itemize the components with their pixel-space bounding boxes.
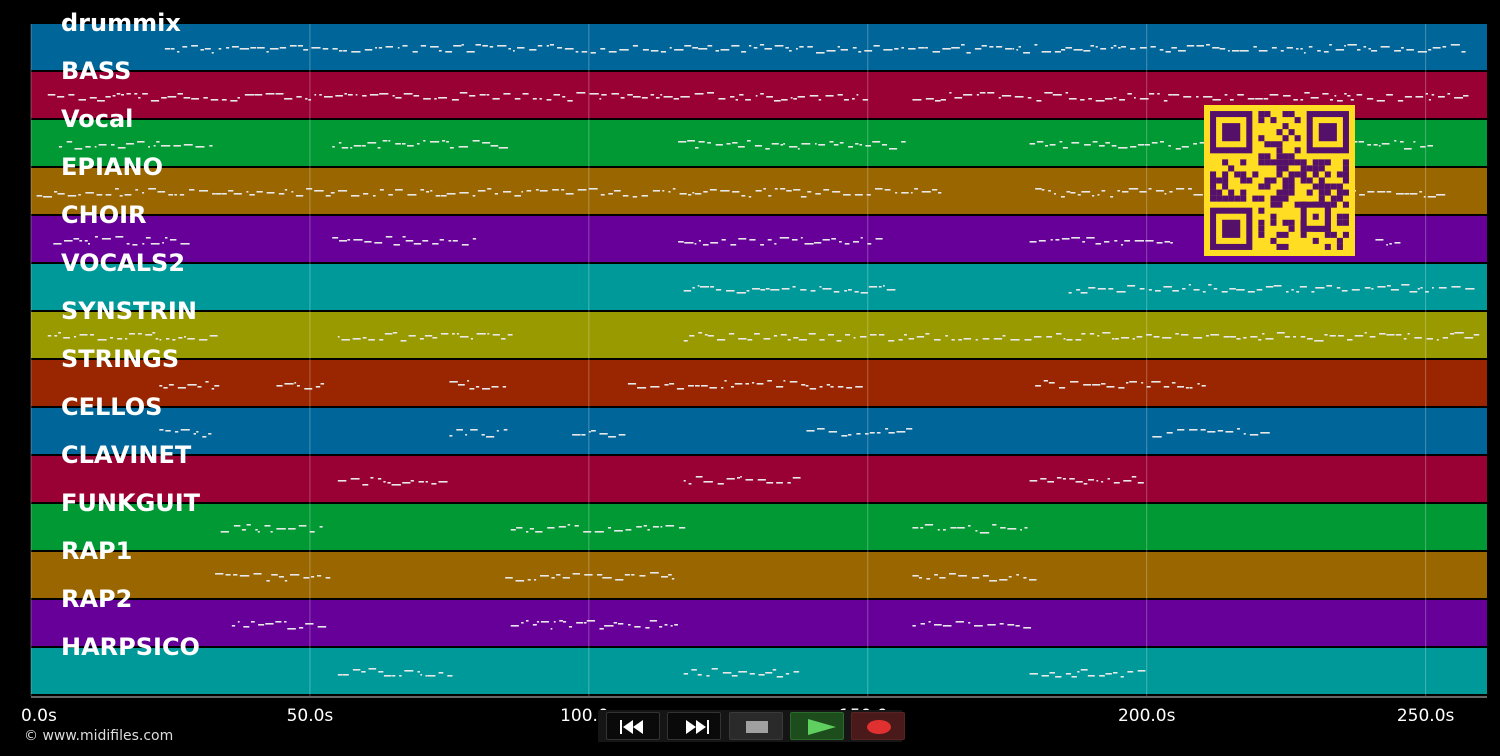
play-icon	[808, 719, 836, 735]
record-icon	[867, 720, 891, 734]
qr-code	[1204, 105, 1355, 256]
track-band	[31, 648, 1487, 694]
stop-button[interactable]	[729, 712, 783, 740]
track-label: Vocal	[61, 105, 134, 133]
track-band	[31, 600, 1487, 646]
track-label: VOCALS2	[61, 249, 186, 277]
fast-forward-icon	[686, 720, 709, 734]
track-label: CELLOS	[61, 393, 163, 421]
track-band	[31, 408, 1487, 454]
track-band	[31, 504, 1487, 550]
fast-forward-button[interactable]	[667, 712, 721, 740]
track-label: HARPSICO	[61, 633, 200, 661]
time-tick-label: 0.0s	[20, 706, 57, 726]
track-label: BASS	[61, 57, 132, 85]
track-label: RAP1	[61, 537, 133, 565]
record-button[interactable]	[851, 712, 905, 740]
copyright-text: © www.midifiles.com	[24, 728, 174, 744]
track-label: CHOIR	[61, 201, 147, 229]
track-band	[31, 312, 1487, 358]
track-label: FUNKGUIT	[61, 489, 201, 517]
play-button[interactable]	[790, 712, 844, 740]
transport-controls	[598, 710, 905, 742]
track-label: RAP2	[61, 585, 133, 613]
track-label: CLAVINET	[61, 441, 192, 469]
track-label: STRINGS	[61, 345, 180, 373]
track-band	[31, 552, 1487, 598]
time-tick-label: 250.0s	[1396, 706, 1455, 726]
track-band	[31, 24, 1487, 70]
stop-icon	[746, 721, 768, 733]
track-label: EPIANO	[61, 153, 163, 181]
rewind-button[interactable]	[606, 712, 660, 740]
time-tick-label: 50.0s	[286, 706, 334, 726]
track-label: SYNSTRIN	[61, 297, 197, 325]
track-label: drummix	[61, 9, 181, 37]
rewind-icon	[620, 720, 643, 734]
time-tick-label: 200.0s	[1117, 706, 1176, 726]
